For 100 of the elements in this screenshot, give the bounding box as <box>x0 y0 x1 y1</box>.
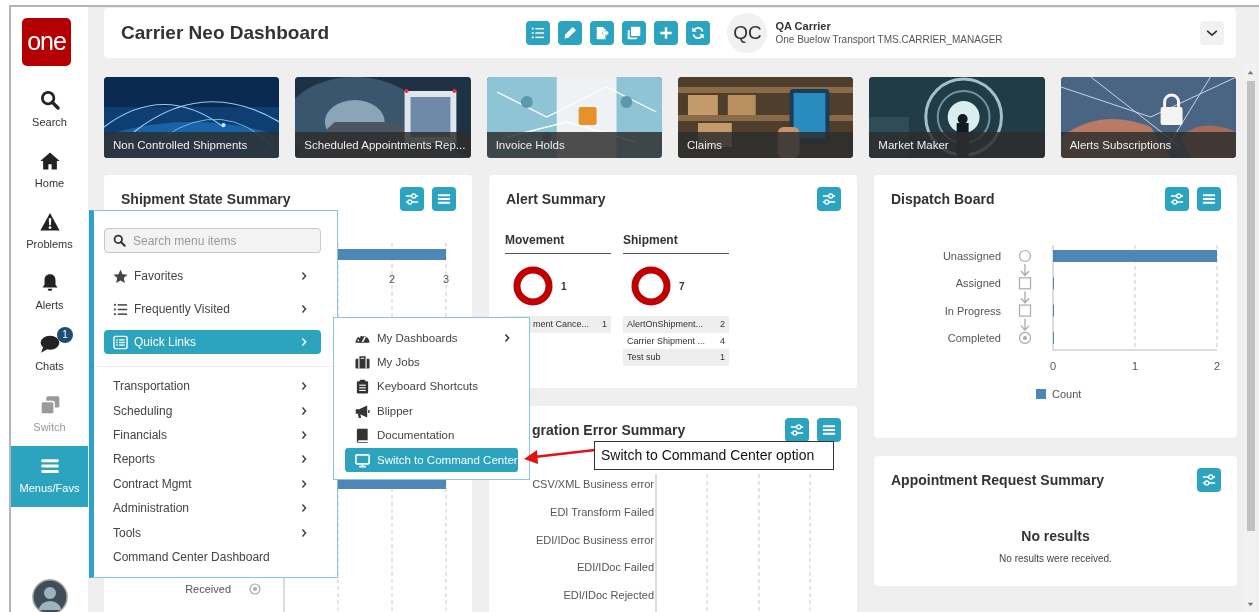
list-icon <box>113 301 128 317</box>
menu-item[interactable]: Reports <box>104 447 321 472</box>
list-box-icon <box>113 334 128 350</box>
square-icon <box>1018 277 1032 290</box>
plus-icon <box>659 26 674 40</box>
tick-label: 2 <box>388 273 396 285</box>
logo[interactable]: one <box>22 18 71 66</box>
down-arrow-icon <box>1020 317 1030 332</box>
settings-icon <box>1202 473 1216 487</box>
toolbar-button[interactable] <box>654 21 679 45</box>
menu-item[interactable]: My Jobs <box>345 350 518 375</box>
settings-icon <box>1170 192 1184 206</box>
user-avatar[interactable]: QC <box>727 13 768 53</box>
alert-count: 1 <box>561 279 567 294</box>
chevron-icon <box>299 271 309 281</box>
target-icon <box>1018 331 1032 344</box>
chevron-icon <box>299 454 309 465</box>
donut-chart <box>513 266 553 306</box>
menu-item[interactable]: Frequently Visited <box>104 294 321 324</box>
dashboard-tile[interactable]: Invoice Holds <box>486 77 662 158</box>
category-label: EDI Transform Failed <box>550 505 654 518</box>
search-icon <box>39 90 60 111</box>
card-title: Appointment Request Summary <box>891 471 1105 489</box>
category-label: EDI/IDoc Business error <box>536 533 654 546</box>
menu-item[interactable]: Keyboard Shortcuts <box>345 374 518 400</box>
home-icon <box>39 151 60 172</box>
dropdown-button[interactable] <box>1200 21 1224 45</box>
settings-icon <box>822 192 836 206</box>
export-icon <box>595 26 610 40</box>
chevron-icon <box>502 333 512 344</box>
star-icon <box>113 268 128 284</box>
settings-icon <box>790 423 804 437</box>
square-icon <box>1018 304 1032 317</box>
down-arrow-icon <box>1020 290 1030 304</box>
menu-item[interactable]: Contract Mgmt <box>104 471 321 496</box>
tick-label: 3 <box>442 273 450 285</box>
category-label: Assigned <box>955 277 1001 290</box>
sidebar-item[interactable]: Search <box>11 80 88 141</box>
toolbar-button[interactable] <box>590 21 615 45</box>
dashboard-tile[interactable]: Claims <box>678 77 854 158</box>
category-label: Unassigned <box>942 250 1001 262</box>
menu-item[interactable]: Administration <box>104 495 321 521</box>
menu-item[interactable]: Blipper <box>345 399 518 424</box>
monitor-icon <box>355 452 370 468</box>
category-label: CSV/XML Business error <box>532 478 654 490</box>
chevron-icon <box>299 381 309 392</box>
avatar-icon[interactable] <box>31 579 68 612</box>
chevron-icon <box>299 527 309 538</box>
list-icon <box>531 26 546 40</box>
clipboard-icon <box>355 379 370 395</box>
search-icon <box>113 234 126 247</box>
book-icon <box>355 428 370 444</box>
toolbar-button[interactable] <box>526 21 551 45</box>
sidebar-item[interactable]: Home <box>11 141 88 202</box>
search-field[interactable]: Search menu items <box>104 228 321 253</box>
category-label: EDI/IDoc Failed <box>576 561 654 574</box>
menu-item[interactable]: Tools <box>104 520 321 545</box>
dashboard-tile[interactable]: Alerts Subscriptions <box>1060 77 1236 158</box>
sidebar-item[interactable]: Problems <box>11 202 88 263</box>
menu-item[interactable]: Favorites <box>104 261 321 291</box>
down-arrow-icon <box>1020 263 1030 277</box>
chevron-icon <box>299 405 309 416</box>
dashboard-tile[interactable]: Market Maker <box>869 77 1045 158</box>
column-heading: Shipment <box>623 233 729 254</box>
legend-swatch <box>1036 389 1046 399</box>
category-label: Completed <box>947 331 1001 344</box>
megaphone-icon <box>355 403 370 419</box>
toolbar-button[interactable] <box>558 21 583 45</box>
toolbar-button[interactable] <box>622 21 647 45</box>
chevron-icon <box>299 478 309 489</box>
alert-count: 7 <box>679 279 685 294</box>
table-row[interactable]: Test sub 1 <box>623 349 729 366</box>
toolbar-button[interactable] <box>686 21 711 45</box>
scroll-up-icon <box>1246 68 1255 77</box>
copy-icon <box>627 26 642 40</box>
table-row[interactable]: AlertOnShipment... 2 <box>623 316 729 333</box>
windows-icon <box>39 395 60 416</box>
sidebar-item[interactable]: 1 Chats <box>11 324 88 385</box>
warning-icon <box>39 212 60 233</box>
dashboard-tile[interactable]: Non Controlled Shipments <box>104 77 280 158</box>
card-title: Dispatch Board <box>891 190 995 208</box>
chevron-icon <box>299 429 309 440</box>
dashboard-tile[interactable]: Scheduled Appointments Rep... <box>295 77 471 158</box>
menu-item[interactable]: Command Center Dashboard <box>104 544 321 570</box>
donut-chart <box>631 266 671 306</box>
menu-icon <box>437 192 451 206</box>
callout-label: Switch to Command Center option <box>594 441 834 470</box>
menu-item[interactable]: Documentation <box>345 423 518 448</box>
settings-button[interactable] <box>785 418 809 442</box>
menu-icon <box>1202 192 1216 206</box>
menu-item[interactable]: Financials <box>104 422 321 448</box>
category-label: EDI/IDoc Rejected <box>563 589 654 602</box>
count-badge: 1 <box>57 327 73 343</box>
scrollbar-thumb[interactable] <box>1246 81 1255 531</box>
sidebar-item[interactable]: Alerts <box>11 263 88 324</box>
menu-item[interactable]: Scheduling <box>104 398 321 423</box>
menu-button[interactable] <box>817 418 841 442</box>
bell-icon <box>39 273 60 294</box>
menu-item[interactable]: Transportation <box>104 374 321 399</box>
menu-icon <box>822 423 836 437</box>
